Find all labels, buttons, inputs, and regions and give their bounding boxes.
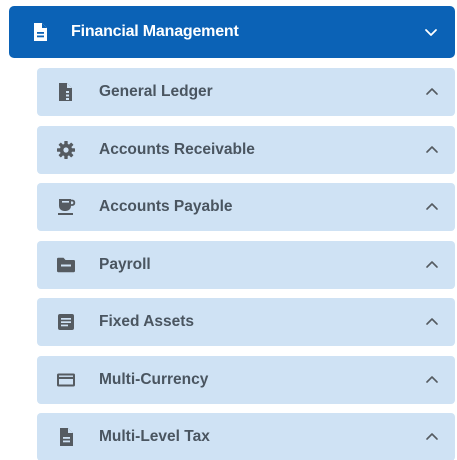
- chevron-up-icon[interactable]: [425, 259, 439, 271]
- submenu-item-label: Accounts Receivable: [99, 140, 255, 158]
- submenu-item-payroll[interactable]: Payroll: [37, 240, 455, 289]
- chevron-up-icon[interactable]: [425, 431, 439, 443]
- submenu-item-label: Multi-Level Tax: [99, 428, 210, 445]
- submenu-item-accounts-receivable[interactable]: Accounts Receivable: [37, 125, 455, 174]
- chevron-up-icon[interactable]: [425, 316, 439, 328]
- submenu-item-label: Multi-Currency: [99, 370, 209, 388]
- submenu-item-multi-currency[interactable]: Multi-Currency: [37, 355, 455, 404]
- submenu-item-general-ledger[interactable]: General Ledger: [37, 68, 455, 116]
- submenu-list: General Ledger Accounts Receivable Accou…: [37, 68, 455, 460]
- header-title: Financial Management: [71, 23, 239, 40]
- ledger-document-icon: [56, 82, 76, 102]
- chevron-up-icon[interactable]: [425, 374, 439, 386]
- submenu-item-label: Accounts Payable: [99, 198, 233, 215]
- credit-card-icon: [56, 370, 76, 390]
- financial-management-menu: Financial Management General Ledger Acco…: [0, 0, 457, 460]
- folder-icon: [56, 255, 76, 275]
- submenu-item-label: Fixed Assets: [99, 313, 195, 330]
- document-icon: [30, 22, 50, 42]
- coffee-cup-icon: [56, 197, 76, 217]
- gear-icon: [56, 140, 76, 160]
- file-text-icon: [56, 427, 76, 447]
- chevron-down-icon[interactable]: [424, 25, 438, 39]
- submenu-item-label: Payroll: [99, 255, 151, 273]
- submenu-item-fixed-assets[interactable]: Fixed Assets: [37, 298, 455, 346]
- chevron-up-icon[interactable]: [425, 144, 439, 156]
- list-document-icon: [56, 312, 76, 332]
- financial-management-header[interactable]: Financial Management: [9, 6, 455, 58]
- chevron-up-icon[interactable]: [425, 86, 439, 98]
- chevron-up-icon[interactable]: [425, 201, 439, 213]
- submenu-item-accounts-payable[interactable]: Accounts Payable: [37, 183, 455, 231]
- submenu-item-multi-level-tax[interactable]: Multi-Level Tax: [37, 413, 455, 460]
- submenu-item-label: General Ledger: [99, 83, 213, 100]
